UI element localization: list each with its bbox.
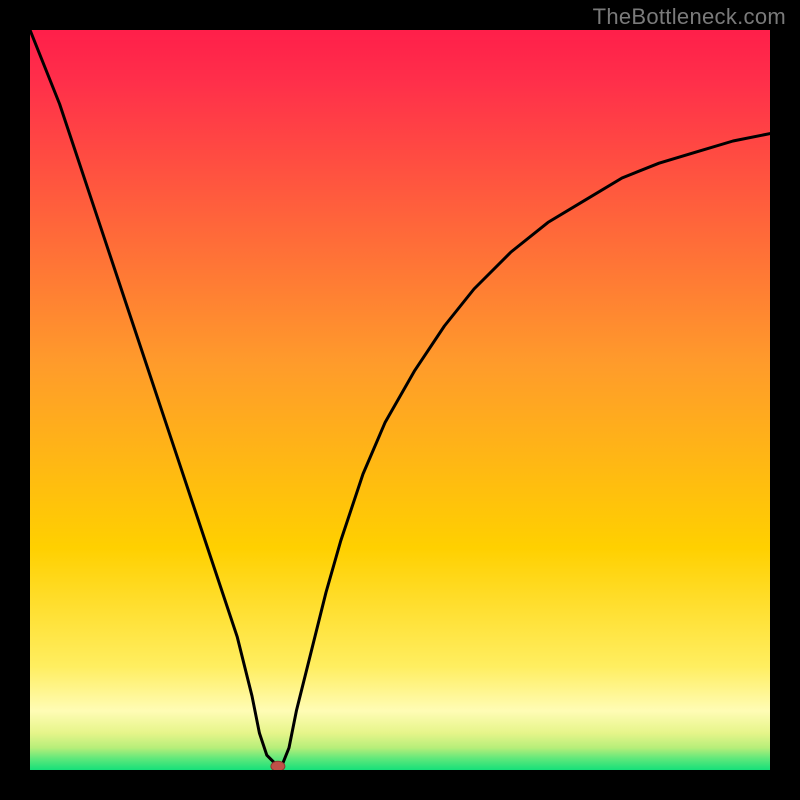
watermark-text: TheBottleneck.com: [593, 4, 786, 30]
optimal-point-marker: [271, 761, 285, 770]
chart-frame: TheBottleneck.com: [0, 0, 800, 800]
gradient-background: [30, 30, 770, 770]
bottleneck-chart: [30, 30, 770, 770]
plot-area: [30, 30, 770, 770]
